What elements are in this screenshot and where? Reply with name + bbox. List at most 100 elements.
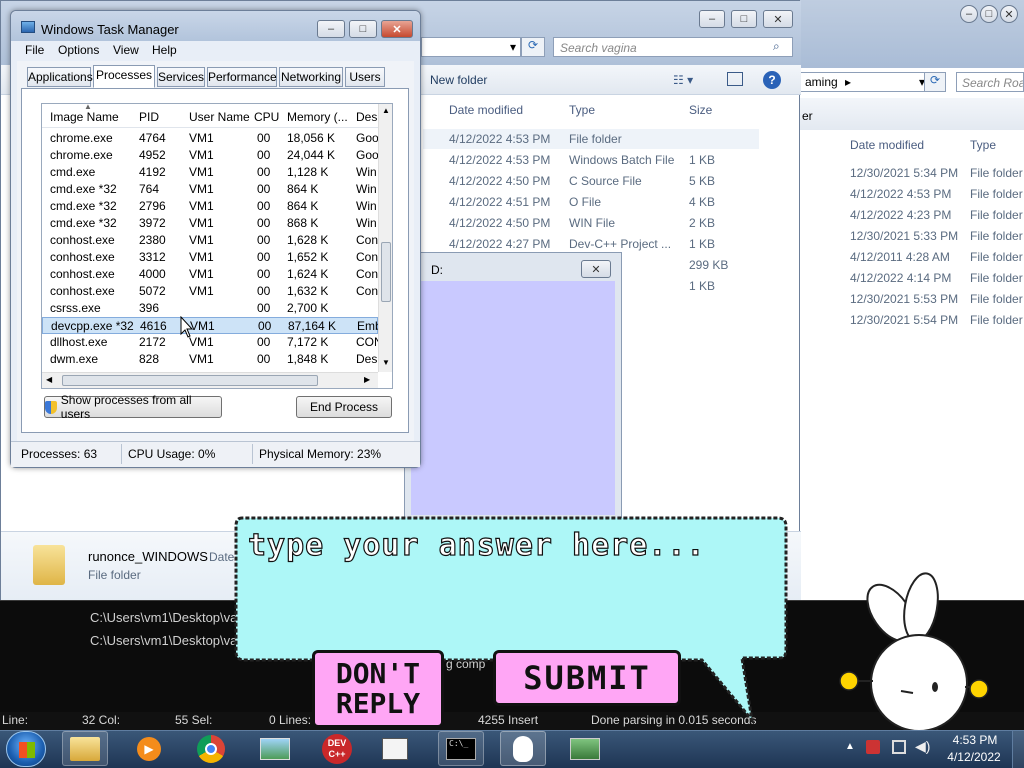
column-memory[interactable]: Memory (... xyxy=(287,110,348,124)
clock-date[interactable]: 4/12/2022 xyxy=(944,750,1004,764)
table-cell: 00 xyxy=(257,148,271,162)
column-description[interactable]: Des xyxy=(356,110,378,124)
maximize-button[interactable]: □ xyxy=(349,20,377,38)
maximize-button[interactable]: □ xyxy=(980,5,998,23)
taskbar-cmd[interactable]: C:\_ xyxy=(438,731,484,766)
close-button[interactable]: ✕ xyxy=(581,260,611,278)
taskbar-notepad[interactable] xyxy=(372,731,418,766)
process-rows: chrome.exe 4764 VM1 00 18,056 K Goo chrome.exe… xyxy=(42,130,379,370)
table-cell: cmd.exe *32 xyxy=(50,216,117,230)
table-row[interactable]: cmd.exe 4192 VM1 00 1,128 K Win xyxy=(42,164,378,181)
tab-networking[interactable]: Networking xyxy=(279,67,343,87)
close-button[interactable]: ✕ xyxy=(1000,5,1018,23)
answer-input[interactable]: type your answer here... xyxy=(247,527,768,638)
taskbar-chrome[interactable] xyxy=(188,731,234,766)
bunny-body xyxy=(870,634,968,732)
minimize-button[interactable]: – xyxy=(317,20,345,38)
submit-button[interactable]: SUBMIT xyxy=(493,650,681,706)
show-hidden-icons-icon[interactable]: ▲ xyxy=(845,741,855,752)
bunny-eye-right xyxy=(932,682,938,692)
column-type[interactable]: Type xyxy=(970,138,996,152)
taskbar-media-player[interactable]: ▶ xyxy=(126,731,172,766)
devcpp-icon-text: DEV xyxy=(327,737,347,748)
table-row[interactable]: conhost.exe 2380 VM1 00 1,628 K Con xyxy=(42,232,378,249)
action-center-icon[interactable] xyxy=(866,740,880,754)
scroll-down-icon[interactable]: ▼ xyxy=(382,358,390,367)
show-desktop-button[interactable] xyxy=(1012,731,1024,768)
table-cell: 3312 xyxy=(139,250,166,264)
column-image-name[interactable]: Image Name xyxy=(50,110,119,124)
column-date-modified[interactable]: Date modified xyxy=(850,138,924,152)
search-input[interactable]: Search vagina xyxy=(553,37,793,57)
table-row[interactable]: conhost.exe 4000 VM1 00 1,624 K Con xyxy=(42,266,378,283)
menu-options[interactable]: Options xyxy=(58,43,99,57)
breadcrumb[interactable]: aming ▸ ▾ xyxy=(800,72,930,92)
table-row[interactable]: chrome.exe 4764 VM1 00 18,056 K Goo xyxy=(42,130,378,147)
close-button[interactable]: ✕ xyxy=(381,20,413,38)
new-folder-button[interactable]: New folder xyxy=(430,73,487,87)
start-button[interactable] xyxy=(6,731,46,767)
maximize-button[interactable]: □ xyxy=(731,10,757,28)
address-bar[interactable]: ▾ xyxy=(421,37,521,57)
minimize-button[interactable]: – xyxy=(699,10,725,28)
menu-file[interactable]: File xyxy=(25,43,44,57)
preview-pane-icon[interactable] xyxy=(727,72,743,86)
scroll-up-icon[interactable]: ▲ xyxy=(382,106,390,115)
column-type[interactable]: Type xyxy=(569,103,595,117)
taskbar-explorer[interactable] xyxy=(62,731,108,766)
column-date-modified[interactable]: Date modified xyxy=(449,103,523,117)
table-row[interactable]: cmd.exe *32 764 VM1 00 864 K Win xyxy=(42,181,378,198)
taskbar-devcpp[interactable]: DEV C++ xyxy=(314,731,360,766)
column-size[interactable]: Size xyxy=(689,103,712,117)
vertical-scrollbar[interactable]: ▲ ▼ xyxy=(378,104,392,372)
end-process-button[interactable]: End Process xyxy=(296,396,392,418)
table-row[interactable]: dwm.exe 828 VM1 00 1,848 K Des xyxy=(42,351,378,368)
scroll-thumb-horizontal[interactable] xyxy=(62,375,318,386)
horizontal-scrollbar[interactable]: ◀ ▶ xyxy=(42,372,378,388)
table-row[interactable]: chrome.exe 4952 VM1 00 24,044 K Goo xyxy=(42,147,378,164)
tab-processes[interactable]: Processes xyxy=(93,65,155,88)
search-input[interactable]: Search Roar xyxy=(956,72,1024,92)
taskbar-bunny[interactable] xyxy=(500,731,546,766)
table-row[interactable]: conhost.exe 3312 VM1 00 1,652 K Con xyxy=(42,249,378,266)
table-row[interactable]: cmd.exe *32 2796 VM1 00 864 K Win xyxy=(42,198,378,215)
file-list-cell: C Source File xyxy=(569,174,642,188)
search-icon[interactable]: ⌕ xyxy=(773,39,780,54)
table-cell: conhost.exe xyxy=(50,233,115,247)
bunny-character-icon[interactable] xyxy=(829,553,1009,753)
help-icon[interactable]: ? xyxy=(763,71,781,89)
table-row[interactable]: cmd.exe *32 3972 VM1 00 868 K Win xyxy=(42,215,378,232)
show-all-processes-button[interactable]: Show processes from all users xyxy=(44,393,222,421)
network-icon[interactable] xyxy=(892,740,906,754)
scroll-thumb[interactable] xyxy=(381,242,391,302)
tab-performance[interactable]: Performance xyxy=(207,67,277,87)
table-row[interactable]: csrss.exe 396 00 2,700 K xyxy=(42,300,378,317)
details-type: File folder xyxy=(88,568,141,582)
clock-time[interactable]: 4:53 PM xyxy=(950,733,1000,747)
table-row[interactable]: dllhost.exe2172VM1007,172 KCON xyxy=(42,334,378,351)
menu-help[interactable]: Help xyxy=(152,43,177,57)
minimize-button[interactable]: – xyxy=(960,5,978,23)
tab-applications[interactable]: Applications xyxy=(27,67,93,87)
table-cell: Con xyxy=(356,250,378,264)
column-cpu[interactable]: CPU xyxy=(254,110,279,124)
table-row[interactable]: devcpp.exe *324616VM10087,164 KEmb xyxy=(42,317,379,334)
chevron-down-icon[interactable]: ▾ xyxy=(510,40,516,54)
scroll-right-icon[interactable]: ▶ xyxy=(364,375,370,384)
scroll-left-icon[interactable]: ◀ xyxy=(46,375,52,384)
table-row[interactable]: conhost.exe 5072 VM1 00 1,632 K Con xyxy=(42,283,378,300)
tab-services[interactable]: Services xyxy=(157,67,205,87)
tab-users[interactable]: Users xyxy=(345,67,385,87)
refresh-icon[interactable]: ⟳ xyxy=(521,37,545,57)
dont-reply-button[interactable]: DON'T REPLY xyxy=(312,650,444,728)
task-manager-window: Windows Task Manager – □ ✕ File Options … xyxy=(10,10,421,468)
column-pid[interactable]: PID xyxy=(139,110,159,124)
taskbar-photos[interactable] xyxy=(252,731,298,766)
close-button[interactable]: ✕ xyxy=(763,10,793,28)
taskbar-tool[interactable] xyxy=(562,731,608,766)
refresh-icon[interactable]: ⟳ xyxy=(924,72,946,92)
volume-icon[interactable]: ◀) xyxy=(915,738,930,755)
column-user-name[interactable]: User Name xyxy=(189,110,250,124)
view-options-icon[interactable]: ☷ ▾ xyxy=(673,73,693,87)
menu-view[interactable]: View xyxy=(113,43,139,57)
